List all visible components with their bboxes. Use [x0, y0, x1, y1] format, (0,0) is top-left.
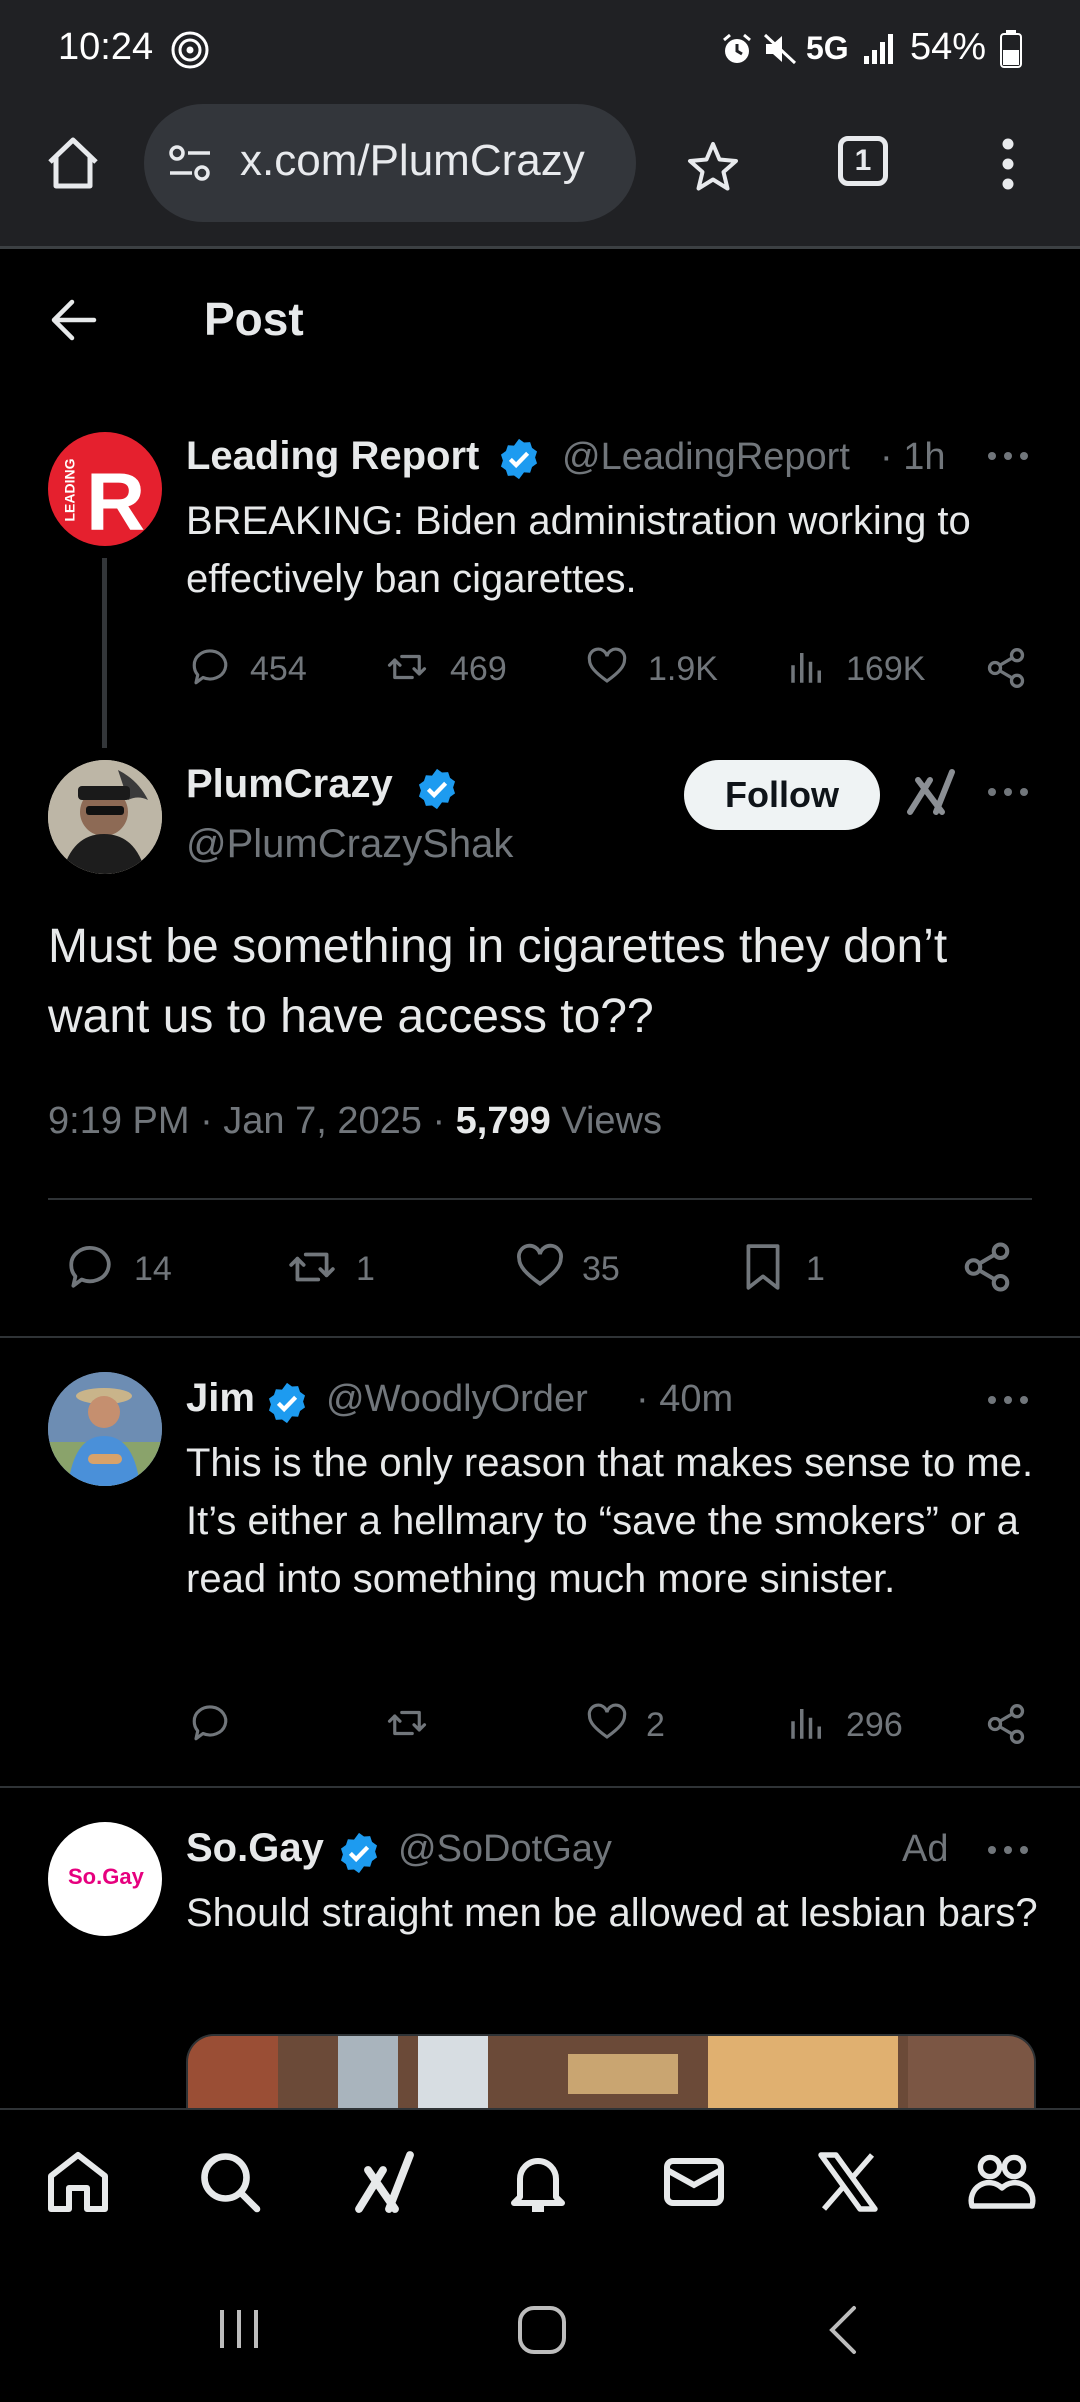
- status-bar: 10:24 5G 54%: [0, 0, 1080, 100]
- ad-photo-icon: [188, 2036, 1034, 2112]
- author-handle[interactable]: @SoDotGay: [398, 1828, 612, 1871]
- like-icon[interactable]: [512, 1242, 568, 1292]
- share-icon[interactable]: [984, 646, 1028, 690]
- views-count: 169K: [846, 650, 926, 688]
- post-meta: 9:19 PM · Jan 7, 2025 · 5,799 Views: [48, 1100, 662, 1143]
- reply-icon[interactable]: [188, 646, 232, 688]
- thread-line: [102, 558, 107, 748]
- more-options-icon[interactable]: [986, 1394, 1030, 1406]
- author-name[interactable]: So.Gay: [186, 1826, 324, 1871]
- recent-apps-icon[interactable]: [214, 2306, 264, 2352]
- url-text: x.com/PlumCrazy: [240, 136, 585, 185]
- views-label: Views: [550, 1100, 663, 1142]
- more-options-icon[interactable]: [986, 1844, 1030, 1856]
- views-icon[interactable]: [786, 1702, 828, 1744]
- back-arrow-icon[interactable]: [50, 298, 98, 342]
- android-back-icon[interactable]: [826, 2304, 860, 2356]
- notifications-icon[interactable]: [502, 2146, 574, 2218]
- more-options-icon[interactable]: [986, 786, 1030, 798]
- verified-badge-icon: [418, 768, 456, 810]
- browser-divider: [0, 246, 1080, 249]
- post-timestamp: 9:19 PM · Jan 7, 2025 ·: [48, 1100, 456, 1142]
- alarm-icon: [723, 33, 751, 63]
- ad-media-image[interactable]: [186, 2034, 1036, 2112]
- avatar-logo-text: So.Gay: [68, 1864, 144, 1889]
- repost-icon[interactable]: [284, 1242, 340, 1292]
- verified-badge-icon: [340, 1832, 378, 1874]
- android-home-icon[interactable]: [516, 2304, 568, 2356]
- like-icon[interactable]: [584, 1702, 630, 1744]
- more-options-icon[interactable]: [986, 450, 1030, 462]
- avatar-portrait-icon: [48, 1372, 162, 1486]
- views-count: 296: [846, 1706, 903, 1744]
- bookmark-icon[interactable]: [738, 1240, 788, 1294]
- post-text: This is the only reason that makes sense…: [186, 1441, 1034, 1601]
- hotspot-icon: [171, 31, 209, 69]
- author-handle[interactable]: @LeadingReport: [562, 436, 850, 479]
- share-icon[interactable]: [960, 1240, 1014, 1294]
- like-count: 2: [646, 1706, 665, 1744]
- divider: [0, 1786, 1080, 1788]
- address-bar[interactable]: x.com/PlumCrazy: [144, 104, 636, 222]
- ad-label: Ad: [902, 1828, 949, 1870]
- author-handle[interactable]: @PlumCrazyShak: [186, 822, 513, 867]
- bookmark-count: 1: [806, 1250, 825, 1288]
- mute-icon: [763, 33, 797, 65]
- messages-icon[interactable]: [658, 2146, 730, 2218]
- battery-icon: [1000, 30, 1022, 68]
- reply-count: 454: [250, 650, 307, 688]
- like-icon[interactable]: [584, 646, 630, 688]
- share-icon[interactable]: [984, 1702, 1028, 1746]
- avatar[interactable]: So.Gay: [48, 1822, 162, 1936]
- views-icon[interactable]: [786, 646, 828, 688]
- reply-icon[interactable]: [188, 1702, 232, 1744]
- post-text: Must be something in cigarettes they don…: [48, 920, 948, 1043]
- author-name[interactable]: PlumCrazy: [186, 762, 393, 807]
- like-count: 35: [582, 1250, 620, 1288]
- page-title: Post: [204, 293, 304, 345]
- site-settings-icon[interactable]: [168, 144, 212, 182]
- signal-icon: [864, 34, 893, 64]
- like-count: 1.9K: [648, 650, 718, 688]
- repost-icon[interactable]: [384, 646, 430, 688]
- follow-button[interactable]: Follow: [684, 760, 880, 830]
- avatar-logo-text: LEADING: [61, 458, 78, 522]
- avatar-portrait-icon: [48, 760, 162, 874]
- repost-count: 1: [356, 1250, 375, 1288]
- home-icon[interactable]: [42, 2146, 114, 2218]
- divider: [48, 1198, 1032, 1200]
- author-name[interactable]: Leading Report: [186, 434, 479, 479]
- post-time: · 1h: [880, 436, 946, 478]
- reply-icon[interactable]: [64, 1242, 116, 1292]
- post-time: · 40m: [636, 1378, 734, 1420]
- communities-icon[interactable]: [966, 2146, 1038, 2218]
- views-count[interactable]: 5,799: [456, 1100, 551, 1142]
- avatar[interactable]: [48, 760, 162, 874]
- reply-count: 14: [134, 1250, 172, 1288]
- battery-percent: 54%: [910, 26, 987, 68]
- author-name[interactable]: Jim: [186, 1376, 255, 1421]
- avatar[interactable]: R LEADING: [48, 432, 162, 546]
- repost-count: 469: [450, 650, 507, 688]
- avatar[interactable]: [48, 1372, 162, 1486]
- browser-home-icon[interactable]: [44, 134, 102, 192]
- divider: [0, 1336, 1080, 1338]
- verified-badge-icon: [268, 1382, 306, 1424]
- verified-badge-icon: [500, 438, 538, 480]
- x-premium-icon[interactable]: [812, 2146, 884, 2218]
- bookmark-star-icon[interactable]: [686, 140, 740, 194]
- search-icon[interactable]: [194, 2146, 266, 2218]
- browser-menu-icon[interactable]: [996, 136, 1020, 192]
- grok-icon[interactable]: [906, 766, 958, 818]
- post-text: Should straight men be allowed at lesbia…: [186, 1891, 1038, 1935]
- grok-icon[interactable]: [350, 2146, 422, 2218]
- status-time: 10:24: [58, 26, 154, 68]
- author-handle[interactable]: @WoodlyOrder: [326, 1378, 588, 1421]
- repost-icon[interactable]: [384, 1702, 430, 1744]
- tab-switcher-button[interactable]: 1: [838, 136, 888, 186]
- network-type: 5G: [806, 30, 849, 66]
- post-text: BREAKING: Biden administration working t…: [186, 499, 971, 601]
